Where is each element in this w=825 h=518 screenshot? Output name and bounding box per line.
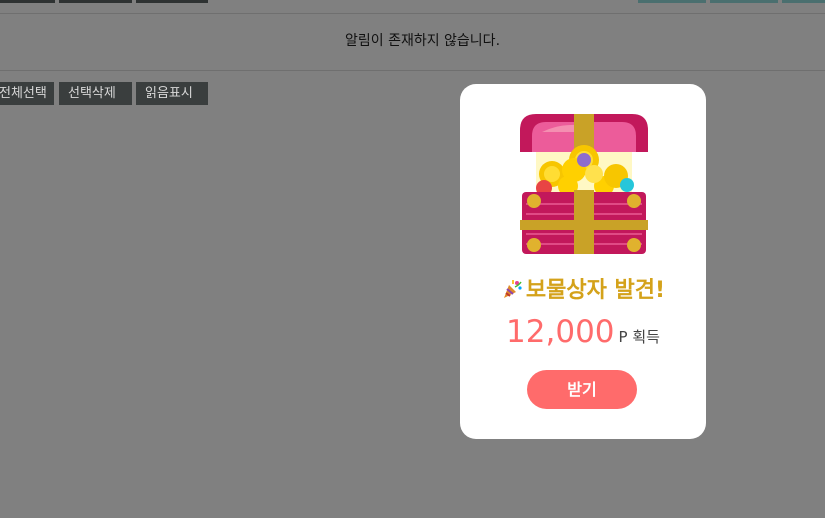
treasure-chest-icon xyxy=(520,114,648,254)
divider-top xyxy=(0,13,825,14)
reward-amount: 12,000 xyxy=(506,314,615,350)
top-button-1[interactable] xyxy=(0,0,55,3)
empty-notification-message: 알림이 존재하지 않습니다. xyxy=(344,33,501,49)
treasure-reward-modal: 보물상자 발견! 12,000 P 획득 받기 xyxy=(460,84,706,439)
claim-button[interactable]: 받기 xyxy=(527,370,637,409)
top-button-4[interactable] xyxy=(638,0,706,3)
modal-title-row: 보물상자 발견! xyxy=(460,272,706,304)
delete-selected-button[interactable]: 선택삭제 xyxy=(59,82,132,105)
top-toolbar xyxy=(0,0,825,14)
mark-read-button[interactable]: 읽음표시 xyxy=(136,82,208,105)
top-button-5[interactable] xyxy=(710,0,778,3)
modal-title: 보물상자 발견! xyxy=(525,278,666,303)
reward-amount-row: 12,000 P 획득 xyxy=(460,314,706,350)
select-all-button[interactable]: 전체선택 xyxy=(0,82,54,105)
divider-bottom xyxy=(0,70,825,71)
top-button-3[interactable] xyxy=(136,0,208,3)
top-button-6[interactable] xyxy=(782,0,825,3)
top-button-2[interactable] xyxy=(59,0,132,3)
party-popper-icon xyxy=(503,280,522,298)
reward-unit: P 획득 xyxy=(618,328,660,346)
